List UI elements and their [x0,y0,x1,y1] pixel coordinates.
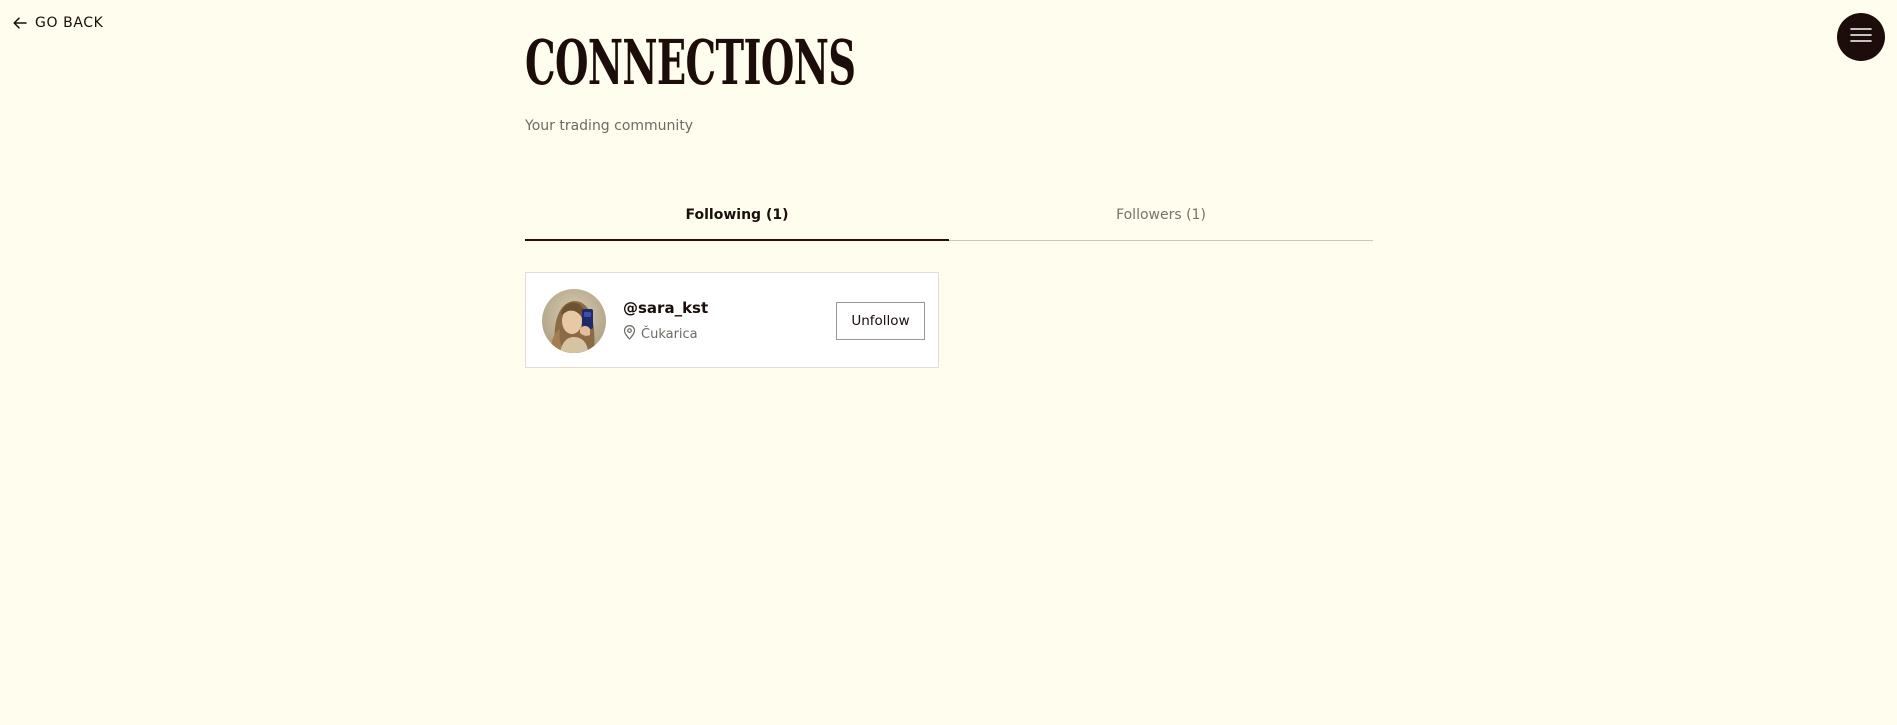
connection-location: Čukarica [623,325,698,344]
go-back-label: GO BACK [35,15,104,31]
tab-followers[interactable]: Followers (1) [949,190,1373,240]
avatar[interactable] [542,289,606,353]
page-title: Connections [525,26,856,99]
arrow-left-icon [13,17,27,29]
connection-username[interactable]: @sara_kst [623,299,708,317]
go-back-button[interactable]: GO BACK [13,14,103,32]
tab-following[interactable]: Following (1) [525,190,949,241]
connections-tabs: Following (1) Followers (1) [525,190,1373,241]
connection-card: @sara_kst Čukarica Unfollow [525,272,939,368]
hamburger-icon [1850,27,1872,47]
map-pin-icon [623,325,636,344]
menu-button[interactable] [1837,13,1885,61]
location-label: Čukarica [641,327,698,342]
unfollow-button[interactable]: Unfollow [836,302,925,340]
page-subtitle: Your trading community [525,118,694,134]
